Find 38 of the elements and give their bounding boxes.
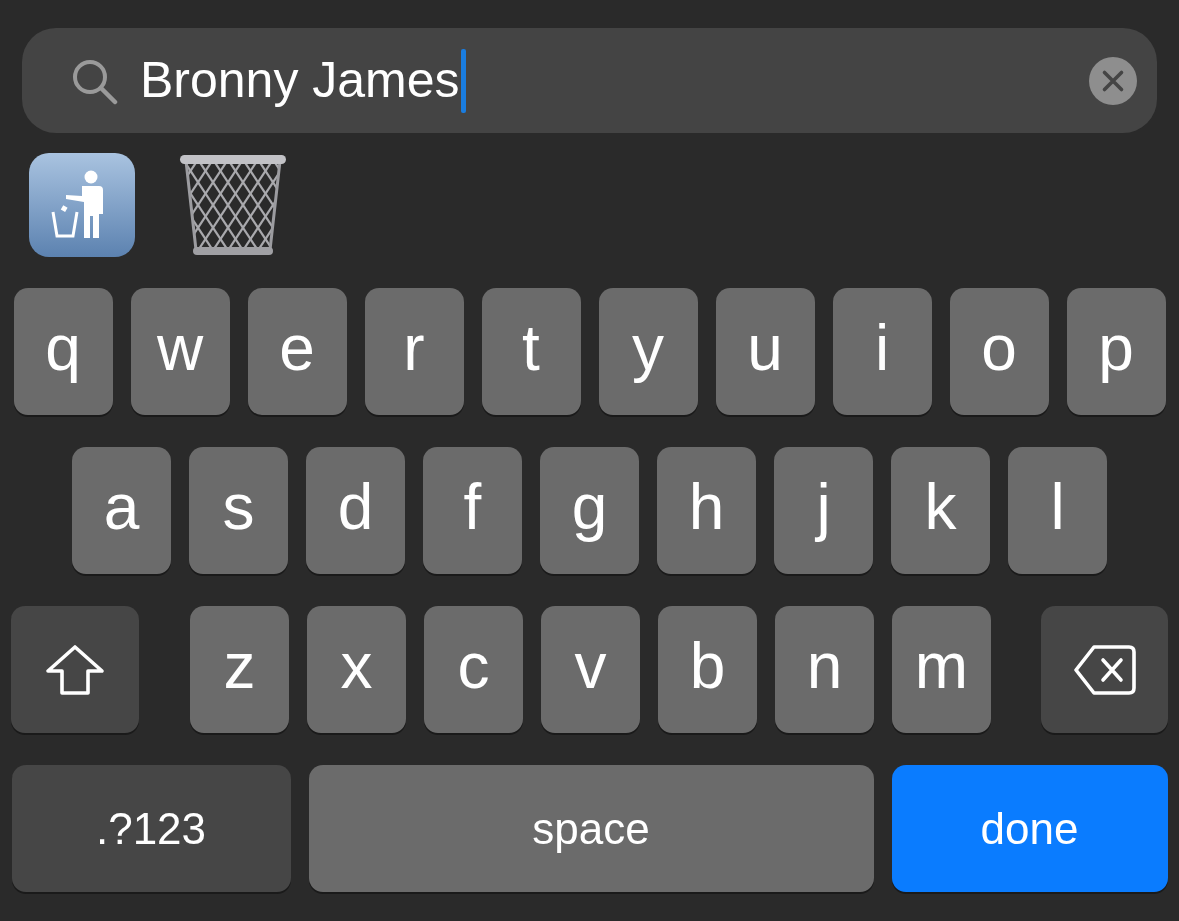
letter-key[interactable]: b	[658, 606, 757, 733]
letter-key[interactable]: g	[540, 447, 639, 574]
letter-key[interactable]: f	[423, 447, 522, 574]
letter-key[interactable]: z	[190, 606, 289, 733]
letter-key[interactable]: y	[598, 288, 698, 415]
clear-icon[interactable]	[1089, 56, 1137, 105]
space-bar[interactable]: space	[308, 765, 874, 892]
letter-key[interactable]: d	[306, 447, 405, 574]
letter-key[interactable]: t	[481, 288, 581, 415]
wastebasket-icon[interactable]	[178, 152, 288, 258]
letter-key[interactable]: i	[832, 288, 932, 415]
letter-key[interactable]: k	[891, 447, 990, 574]
shift-icon	[45, 643, 105, 696]
shift-key[interactable]	[11, 606, 139, 733]
letter-key[interactable]: s	[189, 447, 288, 574]
search-field[interactable]: Bronny James	[22, 28, 1157, 133]
letter-key[interactable]: m	[892, 606, 991, 733]
litter-sign-icon[interactable]	[28, 152, 136, 258]
letter-key[interactable]: h	[657, 447, 756, 574]
letter-key[interactable]: q	[13, 288, 113, 415]
backspace-key[interactable]	[1041, 606, 1168, 733]
letter-key[interactable]: a	[72, 447, 171, 574]
done-button[interactable]: done	[891, 765, 1168, 892]
letter-key[interactable]: c	[424, 606, 523, 733]
letter-key[interactable]: u	[715, 288, 815, 415]
numbers-key[interactable]: .?123	[11, 765, 291, 892]
backspace-icon	[1073, 644, 1136, 695]
letter-key[interactable]: v	[541, 606, 640, 733]
letter-key[interactable]: o	[949, 288, 1049, 415]
letter-key[interactable]: e	[247, 288, 347, 415]
letter-key[interactable]: p	[1066, 288, 1166, 415]
letter-key[interactable]: r	[364, 288, 464, 415]
letter-key[interactable]: l	[1008, 447, 1107, 574]
search-text: Bronny James	[140, 51, 460, 110]
letter-key[interactable]: n	[775, 606, 874, 733]
letter-key[interactable]: x	[307, 606, 406, 733]
letter-key[interactable]: j	[774, 447, 873, 574]
letter-key[interactable]: w	[130, 288, 230, 415]
